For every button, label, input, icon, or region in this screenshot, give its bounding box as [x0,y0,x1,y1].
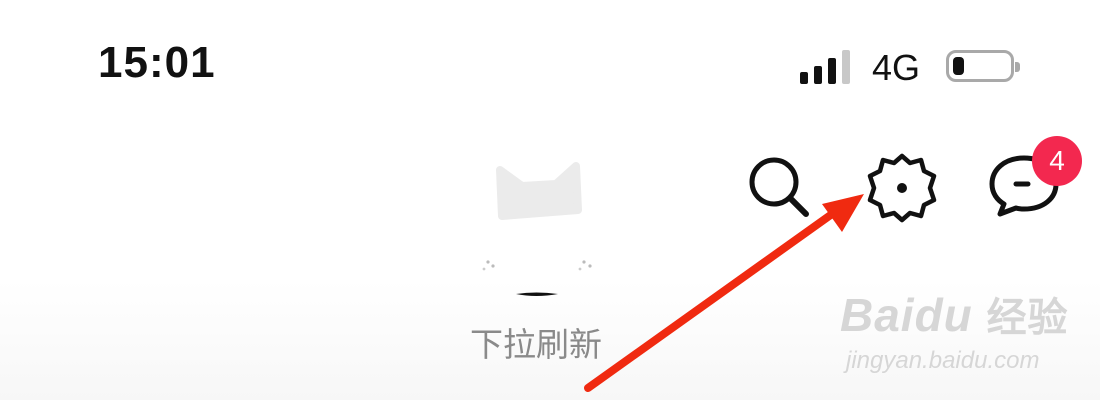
annotation-arrow [584,194,864,392]
